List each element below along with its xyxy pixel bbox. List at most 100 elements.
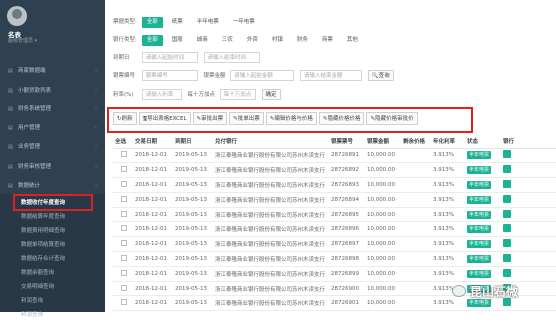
filter-bill-no: 银票编号 银票编号 银票金额 请输入起始金额 请输入结束金额 🔍查询 (113, 69, 513, 83)
table-cell: 浙江泰隆商业银行股份有限公司苏州木渎支行 (213, 192, 329, 208)
due-end-input[interactable]: 请输入结束时间 (203, 52, 260, 63)
add-point-input[interactable]: 每十万加点 (219, 89, 256, 100)
table-cell: 10,000.00 (365, 251, 401, 267)
due-start-input[interactable]: 请输入起始时间 (141, 52, 198, 63)
bill-no-input[interactable]: 银票编号 (141, 70, 198, 81)
table-cell: 2019-05-13 (173, 281, 213, 297)
filter-option[interactable]: 村镇 (267, 35, 288, 46)
row-checkbox[interactable] (121, 166, 127, 173)
table-row[interactable]: 2018-12-01 2019-05-13 浙江泰隆商业银行股份有限公司苏州木渎支行… (113, 148, 556, 164)
table-row[interactable]: 2018-12-01 2019-05-13 浙江泰隆商业银行股份有限公司苏州木渎支行… (113, 207, 556, 223)
submenu-item[interactable]: 交易明细查询 (0, 280, 105, 294)
user-role[interactable]: 超级管理员 ▾ (8, 37, 37, 44)
sidebar-menu-item[interactable]: ▤ 用户管理 ‹ (0, 119, 105, 137)
filter-option[interactable]: 半年电票 (192, 17, 224, 28)
table-cell: 28726900 (329, 281, 365, 297)
sidebar-menu-item[interactable]: ▤ 数据统计 ‹ (0, 177, 105, 195)
row-checkbox[interactable] (121, 254, 127, 261)
chevron-icon: ‹ (95, 68, 97, 74)
table-cell: 10,000.00 (365, 207, 401, 223)
table-cell: 2018-12-01 (133, 162, 173, 179)
table-cell: 28726894 (329, 192, 365, 208)
table-cell: 10,000.00 (365, 281, 401, 297)
filter-option[interactable]: 外资 (242, 35, 263, 46)
sidebar-menu-item[interactable]: ▤ 小额贷款列表 ‹ (0, 82, 105, 100)
row-checkbox[interactable] (121, 240, 127, 247)
row-checkbox[interactable] (121, 195, 127, 202)
row-checkbox[interactable] (121, 284, 127, 291)
bank-badge (503, 253, 511, 262)
search-button[interactable]: 🔍查询 (367, 70, 394, 81)
chevron-icon: ‹ (95, 88, 97, 94)
filter-option[interactable]: 全部 (141, 35, 163, 46)
submenu-item[interactable]: 数据费用明细查询 (0, 224, 105, 238)
table-row[interactable]: 2018-12-01 2019-05-13 浙江泰隆商业银行股份有限公司苏州木渎支行… (113, 221, 556, 238)
column-header[interactable]: 全选 (113, 134, 133, 149)
table-row[interactable]: 2018-12-01 2019-05-13 浙江泰隆商业银行股份有限公司苏州木渎支行… (113, 192, 556, 208)
submenu-item[interactable]: 数据结存合计查询 (0, 252, 105, 266)
confirm-button[interactable]: 确定 (261, 89, 281, 100)
table-cell: 2018-12-01 (133, 192, 173, 208)
filter-rate: 利率(%) 请输入利率 每十万加点 每十万加点 确定 (113, 88, 513, 102)
amount-start-input[interactable]: 请输入起始金额 (230, 70, 295, 81)
filter-option[interactable]: 全部 (141, 17, 163, 28)
table-row[interactable]: 2018-12-01 2019-05-13 浙江泰隆商业银行股份有限公司苏州木渎支行… (113, 251, 556, 267)
table-cell: 3.913% (431, 207, 465, 223)
table-cell: 浙江泰隆商业银行股份有限公司苏州木渎支行 (213, 177, 329, 193)
chevron-icon: ‹ (95, 125, 97, 131)
table-row[interactable]: 2018-12-01 2019-05-13 浙江泰隆商业银行股份有限公司苏州木渎支行… (113, 162, 556, 179)
sidebar-menu-item[interactable]: ▤ 业务管理 ‹ (0, 138, 105, 156)
filter-option[interactable]: 城商 (192, 35, 213, 46)
sidebar-menu-item[interactable]: ▤ 财务系统管理 ‹ (0, 100, 105, 118)
menu-label: 商家数据端 (18, 68, 46, 74)
due-date-label: 到期日 (113, 55, 130, 61)
bank-badge (503, 224, 511, 233)
status-badge: 半年电票 (467, 254, 492, 263)
sidebar-menu-item[interactable]: ▤ 财务审核管理 ‹ (0, 158, 105, 176)
status-badge: 半年电票 (467, 195, 492, 204)
filter-option[interactable]: 财务 (292, 35, 313, 46)
filter-option[interactable]: 一年电票 (228, 17, 260, 28)
rate-input[interactable]: 请输入利率 (141, 89, 182, 100)
watermark: 昆山石微 (470, 285, 519, 299)
filter-option[interactable]: 纸票 (167, 17, 188, 28)
table-cell: 28726892 (329, 162, 365, 179)
row-checkbox[interactable] (121, 180, 127, 187)
row-checkbox[interactable] (121, 151, 127, 158)
table-cell: 10,000.00 (365, 295, 401, 312)
amount-label: 银票金额 (203, 73, 226, 79)
menu-label: 数据统计 (18, 183, 41, 189)
wechat-logo-icon (452, 285, 466, 297)
table-cell (401, 148, 431, 164)
row-checkbox[interactable] (121, 269, 127, 276)
table-cell: 2018-12-01 (133, 266, 173, 282)
row-checkbox[interactable] (121, 210, 127, 217)
table-cell: 浙江泰隆商业银行股份有限公司苏州木渎支行 (213, 281, 329, 297)
table-row[interactable]: 2018-12-01 2019-05-13 浙江泰隆商业银行股份有限公司苏州木渎支行… (113, 177, 556, 193)
filter-option[interactable]: 商票 (317, 35, 338, 46)
submenu-item[interactable]: 利润查询 (0, 294, 105, 308)
table-cell (401, 192, 431, 208)
avatar[interactable] (7, 6, 27, 26)
menu-icon: ▤ (8, 144, 13, 150)
submenu-item[interactable]: 利润查询 (0, 308, 105, 322)
sidebar-menu-item[interactable]: ▤ 商家数据端 ‹ (0, 62, 105, 80)
submenu-item[interactable]: 数据单项结算查询 (0, 238, 105, 252)
table-cell: 10,000.00 (365, 221, 401, 238)
table-cell: 3.913% (431, 295, 465, 312)
row-checkbox[interactable] (121, 299, 127, 306)
filter-option[interactable]: 其他 (342, 35, 363, 46)
amount-end-input[interactable]: 请输入结束金额 (300, 70, 363, 81)
filter-option[interactable]: 国股 (167, 35, 188, 46)
submenu-item[interactable]: 数据余额查询 (0, 266, 105, 280)
menu-icon: ▤ (8, 106, 13, 112)
table-row[interactable]: 2018-12-01 2019-05-13 浙江泰隆商业银行股份有限公司苏州木渎支行… (113, 236, 556, 253)
table-row[interactable]: 2018-12-01 2019-05-13 浙江泰隆商业银行股份有限公司苏州木渎支行… (113, 266, 556, 282)
rate-label: 利率(%) (113, 92, 134, 98)
filter-option[interactable]: 三农 (217, 35, 238, 46)
menu-icon: ▤ (8, 125, 13, 131)
submenu-item[interactable]: 数据结算年度查询 (0, 210, 105, 224)
menu-icon: ▤ (8, 164, 13, 170)
row-checkbox[interactable] (121, 225, 127, 232)
table-cell: 浙江泰隆商业银行股份有限公司苏州木渎支行 (213, 236, 329, 253)
